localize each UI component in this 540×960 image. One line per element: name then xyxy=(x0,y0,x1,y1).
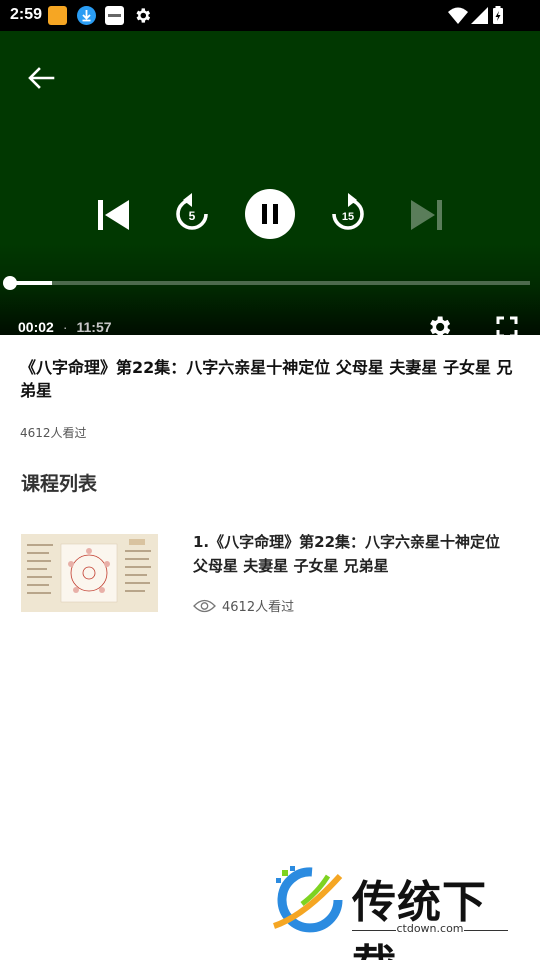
course-item-view-count: 4612人看过 xyxy=(222,600,295,615)
forward-seconds-label: 15 xyxy=(342,211,354,223)
progress-thumb[interactable] xyxy=(3,276,17,290)
eye-icon xyxy=(193,599,216,612)
settings-gear-icon xyxy=(133,6,152,25)
watermark-divider-right xyxy=(464,930,508,931)
app-icon xyxy=(105,6,124,25)
watermark: 传统下载 ctdown.com xyxy=(268,862,518,960)
back-arrow-icon[interactable] xyxy=(27,67,55,89)
video-title: 《八字命理》第22集：八字六亲星十神定位 父母星 夫妻星 子女星 兄弟星 xyxy=(20,358,513,400)
list-item[interactable]: 1.《八字命理》第22集：八字六亲星十神定位 父母星 夫妻星 子女星 兄弟星 4… xyxy=(21,530,521,616)
rewind-5-button[interactable]: 5 xyxy=(172,192,212,236)
settings-gear-icon[interactable] xyxy=(425,313,453,341)
time-separator: · xyxy=(62,319,68,335)
signal-icon xyxy=(470,6,489,25)
wifi-icon xyxy=(448,6,468,25)
battery-charging-icon xyxy=(492,6,511,25)
video-view-count: 4612人看过 xyxy=(20,426,87,440)
pause-icon xyxy=(262,204,278,224)
watermark-brand: 传统下载 xyxy=(352,877,487,960)
course-thumbnail xyxy=(21,534,158,612)
pause-button[interactable] xyxy=(245,189,295,239)
status-bar: 2:59 xyxy=(0,0,540,31)
ctdown-logo-icon xyxy=(272,866,343,933)
video-player[interactable]: 5 15 00:02 · 11:57 xyxy=(0,31,540,338)
course-list-heading: 课程列表 xyxy=(21,473,98,495)
download-icon xyxy=(77,6,96,25)
total-time: 11:57 xyxy=(76,319,112,335)
status-time: 2:59 xyxy=(10,6,43,23)
next-track-icon[interactable] xyxy=(408,197,444,233)
time-display: 00:02 · 11:57 xyxy=(18,319,112,335)
current-time: 00:02 xyxy=(18,319,54,335)
previous-track-icon[interactable] xyxy=(96,197,132,233)
forward-15-button[interactable]: 15 xyxy=(328,192,368,236)
course-item-title: 1.《八字命理》第22集：八字六亲星十神定位 父母星 夫妻星 子女星 兄弟星 xyxy=(193,533,501,575)
course-item-views: 4612人看过 xyxy=(193,596,294,615)
watermark-url: ctdown.com xyxy=(396,922,464,935)
fullscreen-icon[interactable] xyxy=(495,315,519,339)
rewind-seconds-label: 5 xyxy=(189,209,196,223)
progress-bar[interactable] xyxy=(10,281,530,285)
app-notification-icon xyxy=(48,6,67,25)
